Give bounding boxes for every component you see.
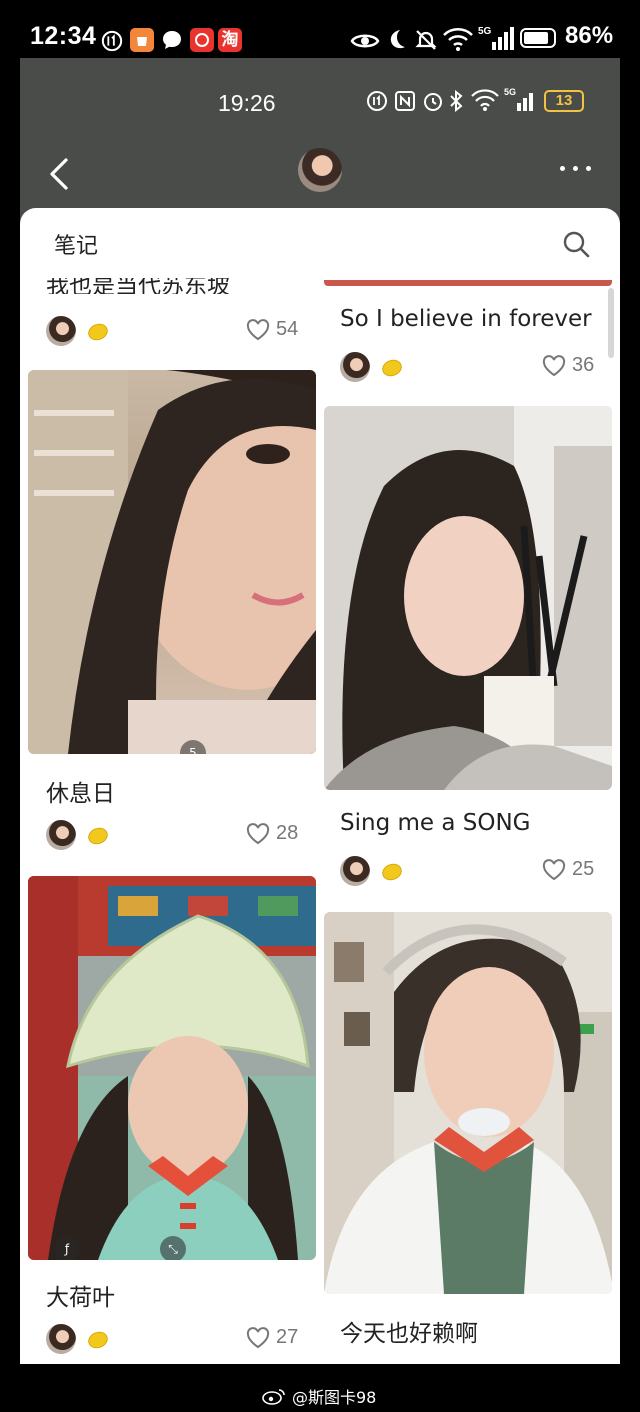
search-icon[interactable] bbox=[562, 230, 590, 258]
like-count: 36 bbox=[572, 354, 595, 376]
bluetooth-icon bbox=[450, 90, 463, 112]
notification-badge-icon bbox=[367, 91, 387, 111]
outer-clock: 12:34 bbox=[30, 22, 97, 50]
outer-status-bar: 12:34 淘 5G 86% bbox=[0, 0, 640, 60]
heart-icon bbox=[246, 1326, 270, 1348]
inner-battery-indicator: 13 bbox=[544, 90, 584, 112]
5g-signal-icon: 5G bbox=[504, 87, 533, 111]
like-button[interactable]: 25 bbox=[542, 858, 594, 881]
card-title[interactable]: So I believe in forever bbox=[340, 306, 592, 332]
author-avatar[interactable] bbox=[46, 1324, 76, 1354]
profile-avatar[interactable] bbox=[298, 148, 342, 192]
card-image[interactable]: 5 bbox=[28, 370, 316, 754]
like-button[interactable]: 27 bbox=[246, 1326, 298, 1349]
lemon-icon bbox=[379, 357, 405, 379]
author-avatar[interactable] bbox=[46, 316, 76, 346]
like-count: 54 bbox=[276, 318, 299, 340]
author-avatar[interactable] bbox=[340, 856, 370, 886]
alarm-icon bbox=[424, 93, 442, 111]
selfie-photo bbox=[28, 370, 316, 754]
scrollbar[interactable] bbox=[608, 288, 614, 358]
expand-icon: ⤡ bbox=[160, 1236, 186, 1260]
more-dots-icon[interactable] bbox=[558, 160, 594, 176]
like-count: 27 bbox=[276, 1326, 299, 1348]
mosaic-overlay bbox=[476, 1336, 620, 1364]
card-image[interactable] bbox=[324, 280, 612, 286]
shopping-app-icon bbox=[130, 28, 154, 52]
lemon-icon bbox=[85, 825, 111, 847]
chat-bubble-icon bbox=[163, 31, 181, 49]
lab-coat-photo bbox=[324, 912, 612, 1294]
weibo-logo-icon bbox=[262, 1389, 285, 1405]
like-button[interactable]: 28 bbox=[246, 822, 298, 845]
svg-text:5G: 5G bbox=[478, 26, 492, 37]
battery-icon bbox=[520, 28, 556, 48]
like-button[interactable]: 36 bbox=[542, 354, 594, 377]
heart-icon bbox=[542, 354, 566, 376]
inner-screenshot: 19:26 5G 13 笔记 我也是当代苏东坡 54 5 休息日 28 ƒ ⤡ … bbox=[20, 58, 620, 1364]
like-count: 28 bbox=[276, 822, 299, 844]
nfc-icon bbox=[395, 91, 415, 111]
mute-icon bbox=[415, 30, 437, 50]
taobao-icon: 淘 bbox=[218, 28, 242, 52]
lemon-icon bbox=[379, 861, 405, 883]
watermark: @斯图卡98 bbox=[262, 1384, 376, 1408]
heart-icon bbox=[246, 822, 270, 844]
card-title[interactable]: 今天也好赖啊 bbox=[340, 1314, 478, 1348]
lemon-icon bbox=[85, 321, 111, 343]
card-title[interactable]: 休息日 bbox=[46, 774, 115, 808]
like-count: 25 bbox=[572, 858, 595, 880]
author-avatar[interactable] bbox=[46, 820, 76, 850]
watermark-text: @斯图卡98 bbox=[292, 1388, 377, 1407]
cabbage-hat-photo bbox=[28, 876, 316, 1260]
panel-title: 笔记 bbox=[54, 234, 99, 259]
inner-clock: 19:26 bbox=[218, 90, 276, 116]
author-avatar[interactable] bbox=[340, 352, 370, 382]
battery-percent: 86% bbox=[565, 22, 614, 49]
red-app-icon bbox=[190, 28, 214, 52]
card-image[interactable]: ƒ ⤡ bbox=[28, 876, 316, 1260]
lemon-icon bbox=[85, 1329, 111, 1351]
notes-panel: 笔记 我也是当代苏东坡 54 5 休息日 28 ƒ ⤡ 大荷叶 27 So I … bbox=[20, 208, 620, 1364]
link-icon: ƒ bbox=[54, 1236, 80, 1260]
card-image[interactable] bbox=[324, 406, 612, 790]
eye-icon bbox=[350, 34, 380, 48]
card-image[interactable] bbox=[324, 912, 612, 1294]
5g-signal-icon: 5G bbox=[478, 26, 514, 50]
heart-icon bbox=[542, 858, 566, 880]
wifi-icon bbox=[471, 89, 499, 111]
card-title[interactable]: Sing me a SONG bbox=[340, 810, 530, 836]
moon-icon bbox=[390, 30, 405, 49]
svg-text:5G: 5G bbox=[504, 87, 516, 97]
wifi-icon bbox=[443, 28, 473, 51]
card-title[interactable]: 大荷叶 bbox=[46, 1278, 115, 1312]
selfie-photo bbox=[324, 406, 612, 790]
notification-badge-icon bbox=[101, 30, 123, 52]
chevron-left-icon[interactable] bbox=[46, 156, 74, 192]
card-title[interactable]: 我也是当代苏东坡 bbox=[46, 278, 230, 294]
like-button[interactable]: 54 bbox=[246, 318, 298, 341]
heart-icon bbox=[246, 318, 270, 340]
